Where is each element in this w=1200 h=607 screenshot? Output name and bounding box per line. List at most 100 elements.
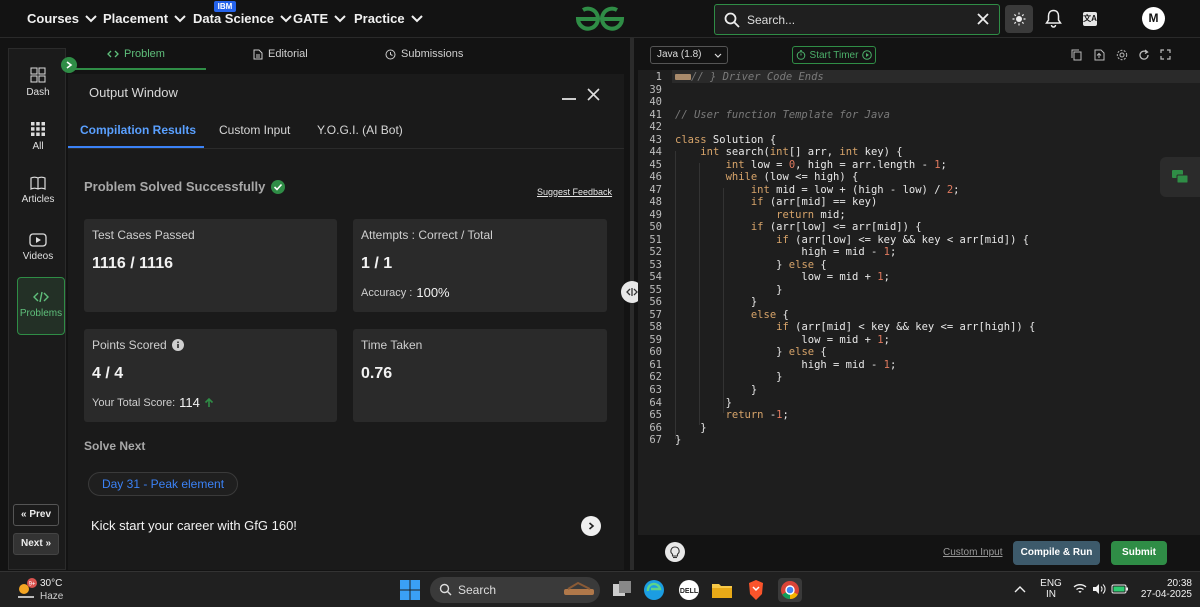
weather-icon[interactable]: 9+ <box>14 577 38 601</box>
language-indicator[interactable]: ENG IN <box>1038 578 1064 600</box>
kickstart-button[interactable] <box>581 516 601 536</box>
avatar[interactable]: M <box>1142 7 1165 30</box>
translate-icon[interactable]: 文A <box>1083 12 1097 26</box>
code-text: return mid; <box>776 208 846 221</box>
line-number: 43 <box>649 133 662 146</box>
rail-item-videos[interactable]: Videos <box>9 233 67 262</box>
nav-courses[interactable]: Courses <box>27 11 97 26</box>
nav-data-science[interactable]: Data Science <box>193 11 292 26</box>
search-icon <box>439 583 452 596</box>
rail-item-problems[interactable]: Problems <box>17 277 65 335</box>
dell-icon[interactable]: DELL <box>677 578 701 602</box>
next-button[interactable]: Next » <box>13 533 59 555</box>
tab-custom-input[interactable]: Custom Input <box>219 123 290 137</box>
tab-compilation-results[interactable]: Compilation Results <box>80 123 196 137</box>
accuracy-row: Accuracy : 100% <box>361 285 450 300</box>
rail-label-articles: Articles <box>21 194 55 205</box>
settings-icon[interactable] <box>1116 49 1128 61</box>
custom-input-link[interactable]: Custom Input <box>943 547 1002 558</box>
tab-yogi-ai-bot[interactable]: Y.O.G.I. (AI Bot) <box>317 123 403 137</box>
gfg-logo[interactable] <box>574 6 626 32</box>
code-editor[interactable]: 1 // } Driver Code Ends 39 40 41 // User func… <box>638 70 1200 535</box>
code-text: low = mid + 1; <box>675 333 890 346</box>
tab-editorial[interactable]: Editorial <box>253 48 308 60</box>
code-text: } <box>675 283 783 296</box>
status-text: Problem Solved Successfully <box>84 179 266 194</box>
rail-toggle-button[interactable] <box>61 57 77 73</box>
fullscreen-icon[interactable] <box>1160 49 1171 60</box>
line-number: 39 <box>649 83 662 96</box>
bell-icon[interactable] <box>1045 9 1062 28</box>
time-value: 0.76 <box>361 365 393 382</box>
file-icon <box>253 49 263 59</box>
code-text: } <box>675 421 707 434</box>
windows-taskbar: 9+ 30°C Haze Search DELL ENG IN 20:38 27… <box>0 571 1200 607</box>
chat-button[interactable] <box>1160 157 1200 197</box>
chrome-icon[interactable] <box>778 578 802 602</box>
timer-label: Start Timer <box>809 49 859 61</box>
code-text: // User function Template for Java <box>675 108 890 121</box>
line-number: 40 <box>649 96 662 109</box>
hint-button[interactable] <box>665 542 685 562</box>
status-message: Problem Solved Successfully <box>84 179 286 194</box>
suggest-feedback-link[interactable]: Suggest Feedback <box>537 187 612 197</box>
theme-toggle-button[interactable] <box>1005 5 1033 33</box>
code-text: if (arr[low] <= arr[mid]) { <box>750 221 922 234</box>
attempts-label: Attempts : Correct / Total <box>361 228 493 242</box>
info-icon[interactable] <box>171 339 184 351</box>
compile-run-button[interactable]: Compile & Run <box>1013 541 1100 565</box>
solve-next-heading: Solve Next <box>84 439 146 453</box>
windows-start-icon[interactable] <box>398 578 422 602</box>
rail-item-dash[interactable]: Dash <box>9 67 67 98</box>
line-number: 58 <box>649 321 662 334</box>
tab-editorial-label: Editorial <box>268 48 308 60</box>
tab-problem[interactable]: Problem <box>107 48 165 60</box>
refresh-icon[interactable] <box>1138 49 1150 61</box>
language-region: IN <box>1046 589 1056 600</box>
code-text: int search(int[] arr, int key) { <box>700 146 903 159</box>
taskbar-search[interactable]: Search <box>430 577 600 603</box>
upload-icon[interactable] <box>1094 49 1105 61</box>
submit-button[interactable]: Submit <box>1111 541 1167 565</box>
rail-item-articles[interactable]: Articles <box>9 176 67 205</box>
search-input[interactable] <box>747 11 967 29</box>
code-text: while (low <= high) { <box>725 171 859 184</box>
code-text: return -1; <box>725 409 789 422</box>
line-number: 54 <box>649 271 662 284</box>
volume-icon[interactable] <box>1092 583 1106 595</box>
copy-icon[interactable] <box>1071 49 1082 61</box>
edge-icon[interactable] <box>642 578 666 602</box>
panel-divider[interactable] <box>630 38 634 570</box>
chevron-up-icon[interactable] <box>1012 582 1028 598</box>
prev-button[interactable]: « Prev <box>13 504 59 526</box>
start-timer-button[interactable]: Start Timer <box>792 46 876 64</box>
video-icon <box>29 233 47 247</box>
search-box[interactable] <box>714 4 1000 35</box>
task-view-icon[interactable] <box>610 578 634 602</box>
chevron-down-icon <box>334 14 346 22</box>
clock[interactable]: 20:38 27-04-2025 <box>1136 578 1192 600</box>
code-text: if (arr[low] <= key && key < arr[mid]) { <box>776 233 1030 246</box>
attempts-value: 1 / 1 <box>361 255 393 272</box>
top-navbar: Courses Placement IBM Data Science GATE … <box>0 0 1200 38</box>
nav-gate[interactable]: GATE <box>293 11 346 26</box>
language-select[interactable]: Java (1.8) <box>650 46 728 64</box>
tab-submissions[interactable]: Submissions <box>385 48 463 60</box>
nav-placement[interactable]: Placement <box>103 11 186 26</box>
next-problem-chip[interactable]: Day 31 - Peak element <box>88 472 238 496</box>
line-number: 41 <box>649 108 662 121</box>
weather-badge: 9+ <box>29 582 36 588</box>
battery-icon[interactable] <box>1111 583 1129 595</box>
accuracy-value: 100% <box>416 285 450 300</box>
rail-item-all[interactable]: All <box>9 121 67 152</box>
minimize-button[interactable] <box>562 98 576 100</box>
file-explorer-icon[interactable] <box>710 578 734 602</box>
nav-practice[interactable]: Practice <box>354 11 423 26</box>
close-icon[interactable] <box>587 88 600 101</box>
close-icon[interactable] <box>977 13 989 25</box>
nav-practice-label: Practice <box>354 11 405 26</box>
weather-condition: Haze <box>40 591 64 602</box>
wifi-icon[interactable] <box>1073 583 1087 595</box>
brave-icon[interactable] <box>744 578 768 602</box>
code-text: int low = 0, high = arr.length - 1; <box>725 158 947 171</box>
